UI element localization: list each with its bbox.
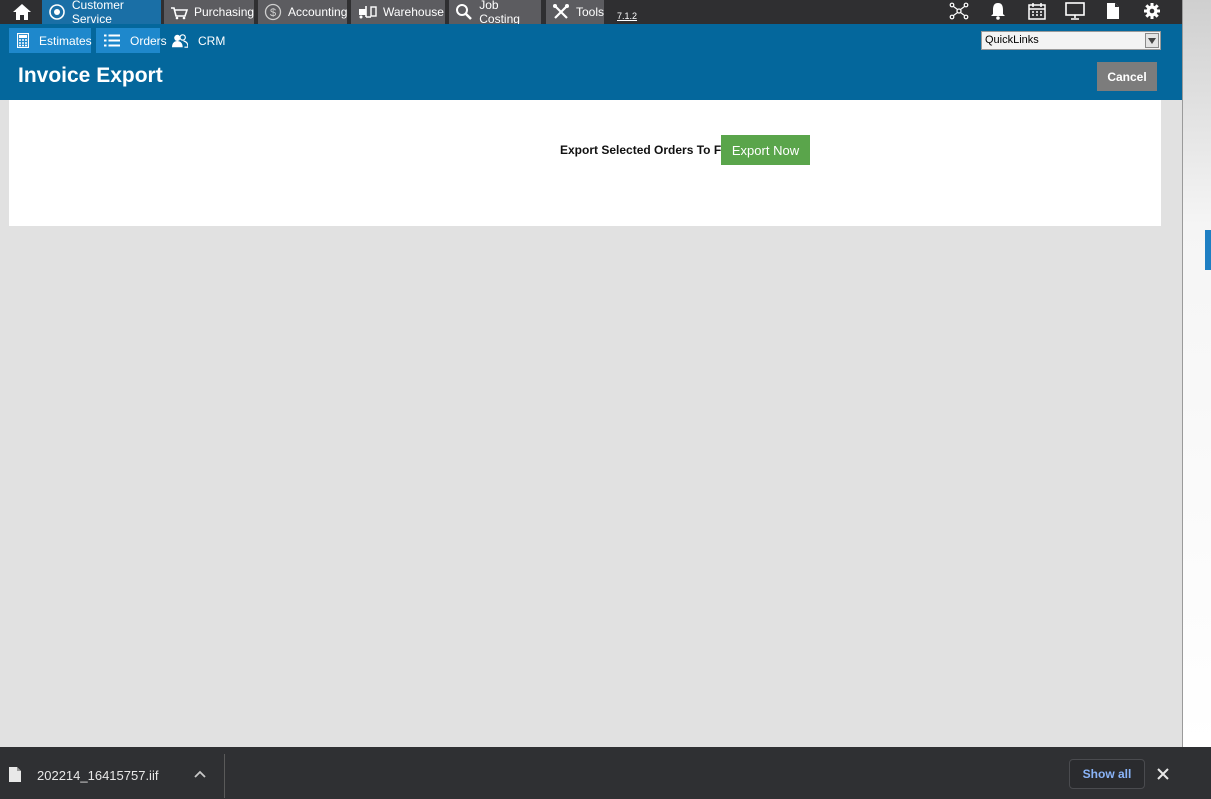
calculator-icon <box>17 33 29 49</box>
subtab-label: Estimates <box>39 33 92 48</box>
background-window-edge <box>1182 0 1211 747</box>
page-header: Estimates Orders CRM QuickLinks Invoice … <box>0 24 1182 100</box>
show-all-button[interactable]: Show all <box>1069 759 1145 789</box>
monitor-icon[interactable] <box>1063 0 1087 22</box>
page-title: Invoice Export <box>18 64 163 87</box>
chevron-down-icon[interactable] <box>1145 33 1159 48</box>
nav-accounting[interactable]: $ Accounting <box>258 0 347 24</box>
basket-icon <box>170 2 188 22</box>
download-filename[interactable]: 202214_16415757.iif <box>37 768 158 783</box>
quicklinks-value: QuickLinks <box>985 34 1039 46</box>
nav-job-costing[interactable]: Job Costing <box>449 0 541 26</box>
gear-icon[interactable] <box>1140 0 1164 22</box>
divider <box>224 754 225 798</box>
version-link[interactable]: 7.1.2 <box>617 11 637 21</box>
background-window-accent <box>1205 230 1211 270</box>
nav-purchasing[interactable]: Purchasing <box>164 0 254 24</box>
quicklinks-select[interactable]: QuickLinks <box>981 31 1161 50</box>
bell-icon[interactable] <box>986 0 1010 22</box>
nav-label: Tools <box>576 5 605 19</box>
tools-icon <box>552 2 570 22</box>
nav-label: Purchasing <box>194 5 255 19</box>
subtab-label: Orders <box>130 33 167 48</box>
calendar-icon[interactable] <box>1025 0 1049 22</box>
home-button[interactable] <box>8 0 40 24</box>
nav-customer-service[interactable]: Customer Service <box>42 0 161 26</box>
subtab-estimates[interactable]: Estimates <box>9 28 92 53</box>
top-nav: Customer Service Purchasing $ Accounting… <box>0 0 1182 26</box>
export-panel: Export Selected Orders To File Export No… <box>9 100 1161 226</box>
forklift-icon <box>357 2 377 22</box>
app-window: Customer Service Purchasing $ Accounting… <box>0 0 1182 747</box>
nav-label: Job Costing <box>479 0 520 26</box>
cancel-button[interactable]: Cancel <box>1097 62 1157 91</box>
dollar-icon: $ <box>264 2 282 22</box>
export-label: Export Selected Orders To File <box>560 143 735 157</box>
network-icon[interactable] <box>947 0 971 22</box>
export-now-button[interactable]: Export Now <box>721 135 810 165</box>
customer-service-icon <box>48 2 66 22</box>
nav-label: Accounting <box>288 5 348 19</box>
subtab-crm[interactable]: CRM <box>164 28 226 53</box>
list-icon <box>104 33 120 49</box>
download-bar: 202214_16415757.iif Show all <box>0 747 1211 799</box>
svg-text:$: $ <box>270 7 276 19</box>
magnifier-icon <box>455 2 473 22</box>
subtab-label: CRM <box>198 33 226 48</box>
document-icon[interactable] <box>1101 0 1125 22</box>
nav-tools[interactable]: Tools <box>546 0 604 24</box>
close-icon[interactable] <box>1156 767 1170 781</box>
nav-label: Customer Service <box>71 0 124 26</box>
nav-label: Warehouse <box>383 5 444 19</box>
chevron-up-icon[interactable] <box>193 767 207 781</box>
home-icon <box>12 2 32 22</box>
people-icon <box>172 33 188 49</box>
nav-warehouse[interactable]: Warehouse <box>351 0 445 24</box>
subtab-orders[interactable]: Orders <box>96 28 167 53</box>
file-icon <box>9 767 21 782</box>
